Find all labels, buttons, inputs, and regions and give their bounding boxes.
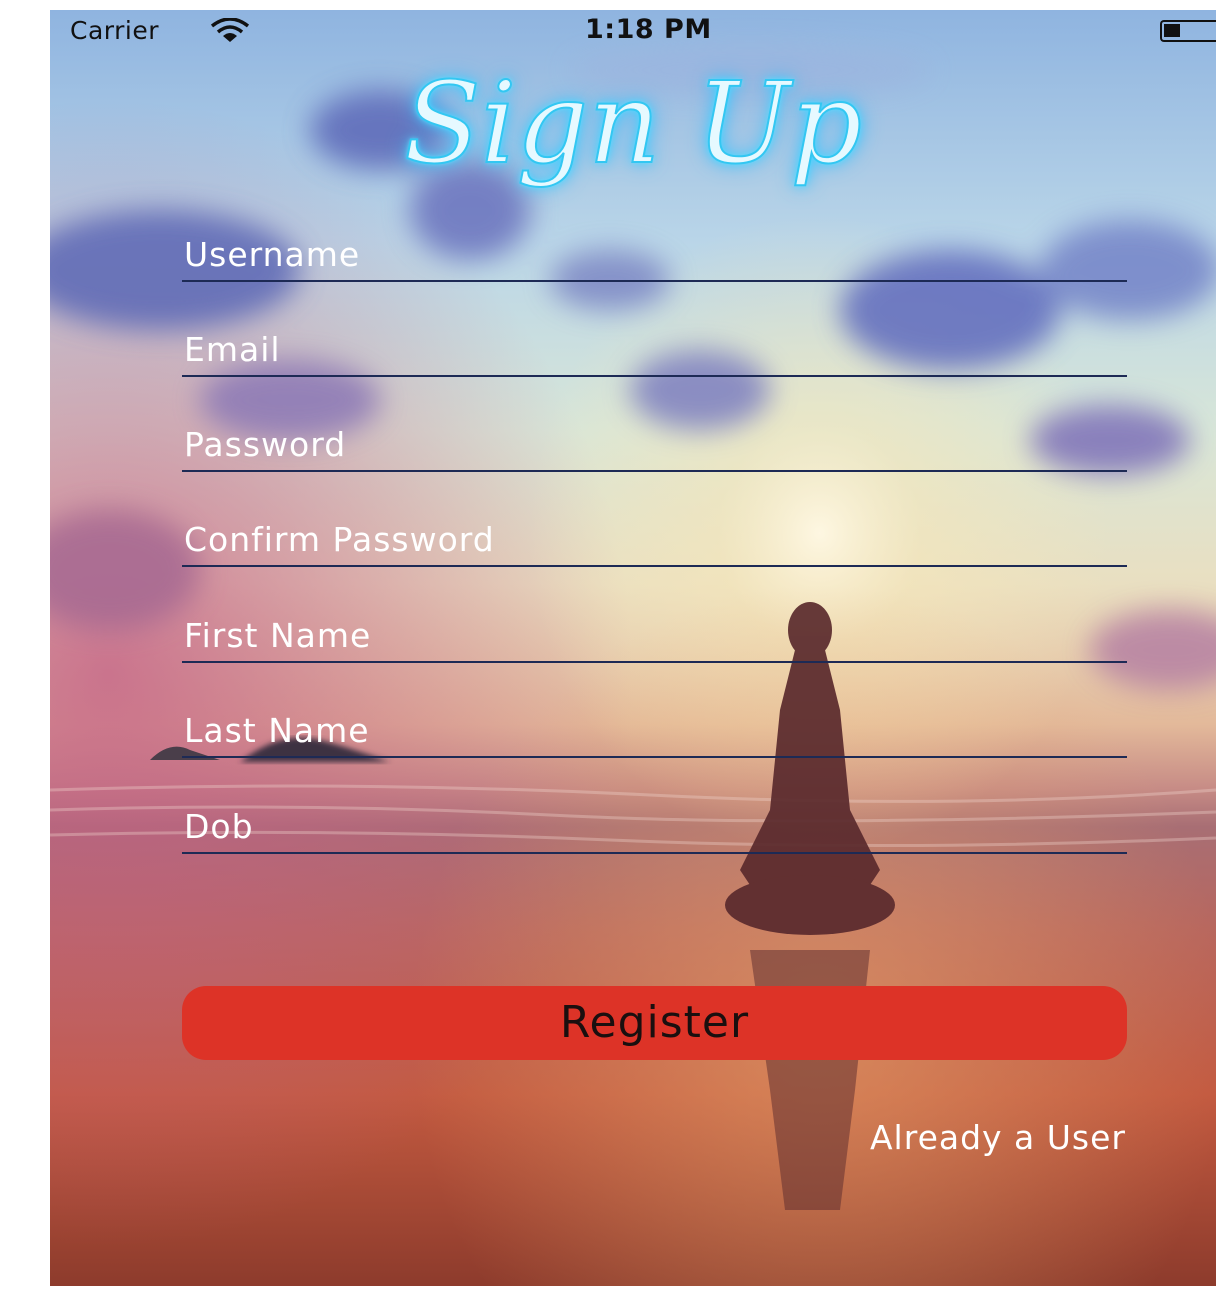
last-name-field[interactable] (182, 701, 1127, 758)
email-field[interactable] (182, 320, 1127, 377)
wifi-icon (210, 17, 250, 44)
signup-screen: Carrier 1:18 PM Sign Up Register Alrea (50, 10, 1216, 1286)
battery-icon (1160, 20, 1216, 42)
password-input[interactable] (184, 425, 1114, 464)
status-time: 1:18 PM (585, 14, 712, 45)
password-field[interactable] (182, 415, 1127, 472)
email-input[interactable] (184, 330, 1114, 369)
username-field[interactable] (182, 225, 1127, 282)
last-name-input[interactable] (184, 711, 1114, 750)
carrier-label: Carrier (70, 16, 159, 45)
battery-level (1164, 24, 1180, 37)
register-button[interactable]: Register (182, 986, 1127, 1060)
first-name-input[interactable] (184, 616, 1114, 655)
page-title: Sign Up (403, 58, 863, 190)
already-a-user-link[interactable]: Already a User (870, 1118, 1126, 1157)
dob-field[interactable] (182, 797, 1127, 854)
dob-input[interactable] (184, 807, 1114, 846)
status-bar: Carrier 1:18 PM (50, 10, 1216, 52)
username-input[interactable] (184, 235, 1114, 274)
confirm-password-field[interactable] (182, 510, 1127, 567)
first-name-field[interactable] (182, 606, 1127, 663)
confirm-password-input[interactable] (184, 520, 1114, 559)
